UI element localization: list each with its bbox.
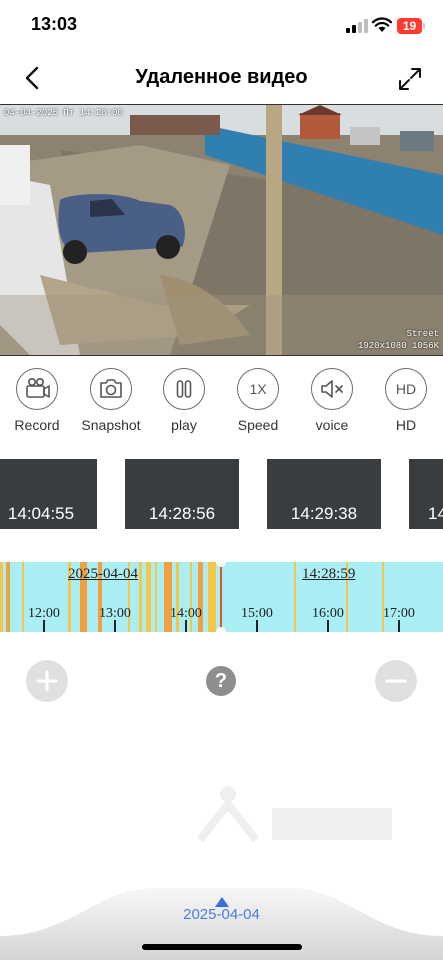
hd-badge-text: HD: [395, 381, 417, 397]
hour-tick: [398, 620, 400, 632]
thumbnail-item[interactable]: 14:: [409, 459, 443, 529]
timeline-date: 2025-04-04: [68, 566, 138, 582]
snapshot-label: Snapshot: [81, 417, 141, 433]
record-button[interactable]: Record: [0, 368, 74, 433]
timeline-cursor-time: 14:28:59: [302, 566, 356, 582]
status-bar: 13:03 19: [0, 0, 443, 54]
watermark-logo: [192, 780, 402, 850]
osd-camera-name: Street: [406, 329, 439, 339]
minus-icon: [385, 679, 407, 683]
hour-tick: [256, 620, 258, 632]
snapshot-button[interactable]: Snapshot: [74, 368, 148, 433]
plus-icon: [36, 670, 58, 692]
speed-button[interactable]: 1X Speed: [221, 368, 295, 433]
play-pause-button[interactable]: play: [147, 368, 221, 433]
hour-tick: [185, 620, 187, 632]
speed-value: 1X: [249, 381, 267, 397]
home-indicator: [142, 944, 302, 950]
zoom-out-button[interactable]: [375, 660, 417, 702]
speed-badge: 1X: [237, 368, 279, 410]
playback-timeline[interactable]: 2025-04-04 14:28:59 12:00 13:00 14:00 15…: [0, 562, 443, 632]
thumbnail-item[interactable]: 14:04:55: [0, 459, 97, 529]
voice-label: voice: [315, 417, 349, 433]
thumbnail-item[interactable]: 14:29:38: [267, 459, 381, 529]
timeline-zoom-controls: ?: [0, 660, 443, 704]
record-label: Record: [14, 417, 60, 433]
video-camera-icon: [16, 368, 58, 410]
video-player[interactable]: 04-04-2025 Пт 14:28:00 Street 1920x1080 …: [0, 104, 443, 356]
recording-segment: [0, 562, 3, 632]
cursor-notch-top: [216, 557, 226, 567]
camera-scene: [0, 105, 443, 355]
play-label: play: [171, 417, 197, 433]
status-time: 13:03: [31, 14, 78, 34]
osd-datetime: 04-04-2025 Пт 14:28:00: [4, 108, 123, 118]
hd-badge: HD: [385, 368, 427, 410]
pause-icon: [163, 368, 205, 410]
speed-label: Speed: [237, 417, 279, 433]
recording-thumbnails: 14:04:55 14:28:56 14:29:38 14:: [0, 459, 443, 529]
thumbnail-time: 14:29:38: [290, 504, 358, 523]
page-title: Удаленное видео: [135, 66, 308, 88]
thumbnail-time: 14:: [428, 504, 443, 523]
recording-segment: [146, 562, 151, 632]
triangle-up-icon[interactable]: [215, 894, 229, 907]
battery-level: 19: [402, 19, 417, 33]
camera-icon: [90, 368, 132, 410]
timeline-cursor: [220, 562, 222, 632]
cellular-signal-icon: [346, 19, 368, 33]
hour-tick: [43, 620, 45, 632]
thumbnail-time: 14:28:56: [148, 504, 216, 523]
battery-icon: 19: [397, 18, 425, 34]
recording-segment: [294, 562, 296, 632]
nav-bar: Удаленное видео: [0, 54, 443, 102]
playback-controls: Record Snapshot play 1X Speed voice HD H…: [0, 368, 443, 438]
osd-resolution: 1920x1080 1056K: [357, 341, 439, 351]
hour-tick: [114, 620, 116, 632]
wifi-icon: [371, 17, 393, 33]
zoom-in-button[interactable]: [26, 660, 68, 702]
hd-label: HD: [395, 417, 417, 433]
selected-date[interactable]: 2025-04-04: [0, 906, 443, 923]
voice-button[interactable]: voice: [295, 368, 369, 433]
hd-button[interactable]: HD HD: [369, 368, 443, 433]
help-button[interactable]: ?: [206, 666, 236, 696]
recording-segment: [155, 562, 157, 632]
hour-tick: [327, 620, 329, 632]
speaker-muted-icon: [311, 368, 353, 410]
thumbnail-item[interactable]: 14:28:56: [125, 459, 239, 529]
thumbnail-time: 14:04:55: [7, 504, 75, 523]
cursor-notch-bottom: [216, 627, 226, 637]
expand-arrows-icon[interactable]: [397, 66, 423, 92]
recording-segment: [6, 562, 10, 632]
chevron-left-icon[interactable]: [20, 64, 46, 92]
